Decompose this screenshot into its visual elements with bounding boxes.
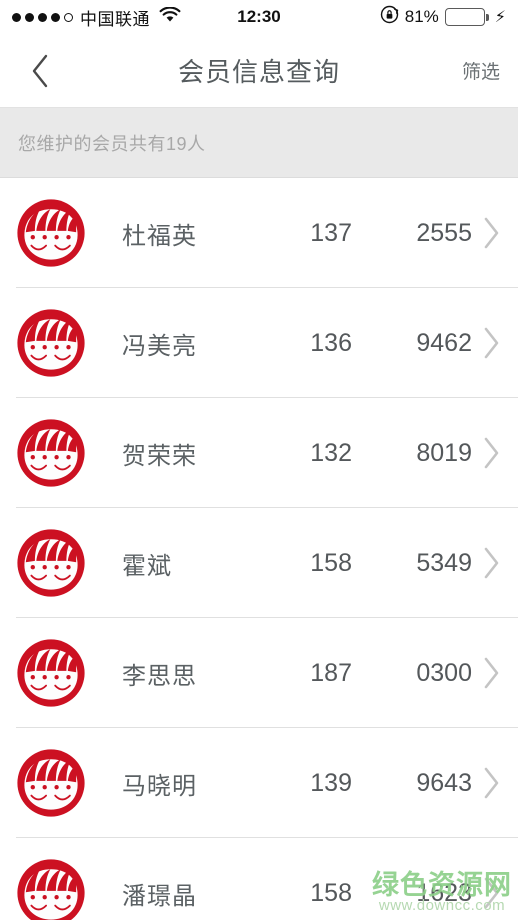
member-value-b: 9462 bbox=[416, 328, 472, 357]
member-avatar-icon bbox=[17, 419, 85, 487]
member-value-a: 158 bbox=[310, 878, 352, 907]
member-row-chevron[interactable] bbox=[476, 656, 506, 690]
status-bar: 中国联通 12:30 81% ⚡ bbox=[0, 0, 518, 34]
member-avatar bbox=[16, 748, 86, 818]
phone-screen: 中国联通 12:30 81% ⚡ 会员信息查询 筛选 您维护的会员共有19人 杜… bbox=[0, 0, 518, 920]
status-bar-left: 中国联通 bbox=[12, 5, 181, 30]
status-bar-right: 81% ⚡ bbox=[380, 5, 506, 29]
carrier-label: 中国联通 bbox=[80, 9, 150, 29]
member-name: 杜福英 bbox=[122, 222, 197, 250]
member-value-b: 5349 bbox=[416, 548, 472, 577]
member-avatar-icon bbox=[17, 199, 85, 267]
member-value-a: 139 bbox=[310, 768, 352, 797]
member-name: 李思思 bbox=[122, 662, 197, 690]
member-value-b: 8019 bbox=[416, 438, 472, 467]
member-avatar-icon bbox=[17, 639, 85, 707]
member-value-a: 187 bbox=[310, 658, 352, 687]
lightning-bolt-icon: ⚡ bbox=[494, 9, 506, 26]
chevron-right-icon bbox=[484, 437, 499, 469]
member-value-a: 158 bbox=[310, 548, 352, 577]
member-row[interactable]: 霍斌 158 5349 bbox=[0, 508, 518, 618]
member-row[interactable]: 马晓明 139 9643 bbox=[0, 728, 518, 838]
member-avatar bbox=[16, 528, 86, 598]
member-value-a: 136 bbox=[310, 328, 352, 357]
chevron-right-icon bbox=[484, 877, 499, 909]
member-value-b: 0300 bbox=[416, 658, 472, 687]
chevron-right-icon bbox=[484, 547, 499, 579]
page-title: 会员信息查询 bbox=[177, 57, 340, 87]
member-name: 霍斌 bbox=[122, 552, 172, 580]
member-avatar bbox=[16, 418, 86, 488]
member-avatar bbox=[16, 638, 86, 708]
member-value-b: 9643 bbox=[416, 768, 472, 797]
member-avatar-icon bbox=[17, 529, 85, 597]
member-name: 马晓明 bbox=[122, 772, 197, 800]
chevron-right-icon bbox=[484, 327, 499, 359]
member-row-chevron[interactable] bbox=[476, 216, 506, 250]
chevron-left-icon bbox=[32, 54, 48, 87]
member-value-b: 1623 bbox=[416, 878, 472, 907]
navigation-bar: 会员信息查询 筛选 bbox=[0, 34, 518, 108]
member-row[interactable]: 冯美亮 136 9462 bbox=[0, 288, 518, 398]
member-count-label: 您维护的会员共有19人 bbox=[18, 133, 206, 154]
back-button[interactable] bbox=[18, 49, 62, 93]
member-row-chevron[interactable] bbox=[476, 436, 506, 470]
member-avatar-icon bbox=[17, 309, 85, 377]
chevron-right-icon bbox=[484, 767, 499, 799]
member-row[interactable]: 李思思 187 0300 bbox=[0, 618, 518, 728]
member-count-banner: 您维护的会员共有19人 bbox=[0, 108, 518, 178]
member-avatar bbox=[16, 858, 86, 920]
member-avatar bbox=[16, 308, 86, 378]
rotation-lock-icon bbox=[380, 5, 399, 29]
member-row-chevron[interactable] bbox=[476, 766, 506, 800]
member-avatar-icon bbox=[17, 749, 85, 817]
member-row-chevron[interactable] bbox=[476, 546, 506, 580]
member-avatar-icon bbox=[17, 859, 85, 920]
member-row-chevron[interactable] bbox=[476, 326, 506, 360]
signal-strength-icon bbox=[12, 12, 73, 22]
member-avatar bbox=[16, 198, 86, 268]
chevron-right-icon bbox=[484, 657, 499, 689]
member-name: 贺荣荣 bbox=[122, 442, 197, 470]
member-list: 杜福英 137 2555 冯美亮 136 9462 贺荣荣 132 8019 霍… bbox=[0, 178, 518, 920]
member-row[interactable]: 潘璟晶 158 1623 bbox=[0, 838, 518, 920]
member-value-a: 137 bbox=[310, 218, 352, 247]
wifi-icon bbox=[159, 6, 181, 28]
member-row[interactable]: 杜福英 137 2555 bbox=[0, 178, 518, 288]
chevron-right-icon bbox=[484, 217, 499, 249]
battery-percent-label: 81% bbox=[404, 7, 439, 26]
member-name: 冯美亮 bbox=[122, 332, 197, 360]
member-row[interactable]: 贺荣荣 132 8019 bbox=[0, 398, 518, 508]
member-value-b: 2555 bbox=[416, 218, 472, 247]
member-row-chevron[interactable] bbox=[476, 876, 506, 910]
filter-button[interactable]: 筛选 bbox=[462, 57, 500, 84]
member-value-a: 132 bbox=[310, 438, 352, 467]
battery-icon bbox=[444, 8, 489, 26]
member-name: 潘璟晶 bbox=[122, 882, 197, 910]
